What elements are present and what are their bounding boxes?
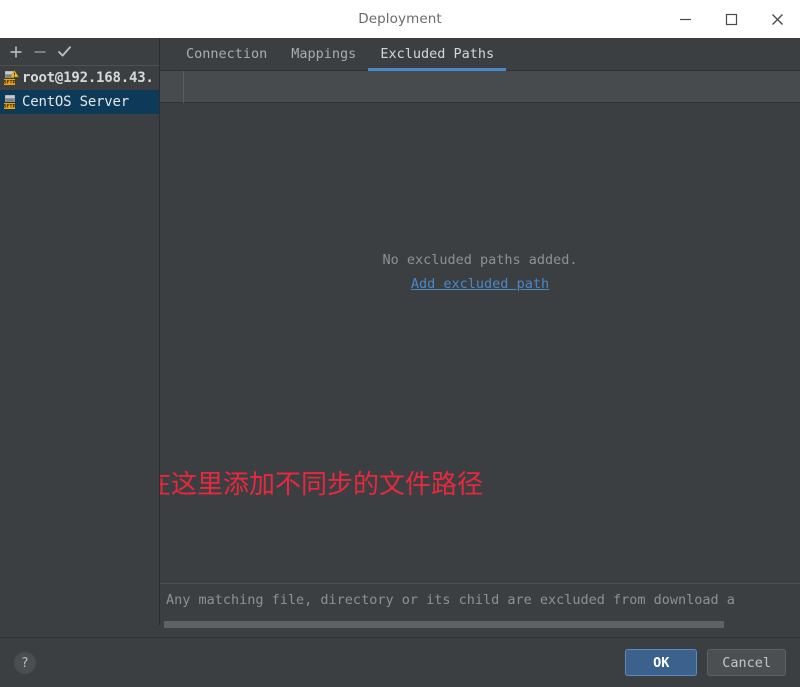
maximize-button[interactable] [708, 0, 754, 38]
content-panel: Connection Mappings Excluded Paths No ex… [160, 38, 800, 629]
hint-bar: Any matching file, directory or its chil… [160, 583, 800, 615]
add-excluded-path-link[interactable]: Add excluded path [411, 273, 549, 295]
hint-message: Any matching file, directory or its chil… [166, 591, 735, 608]
svg-text:SFTP: SFTP [3, 104, 16, 110]
annotation-text: 在这里添加不同步的文件路径 [160, 470, 484, 500]
ok-button[interactable]: OK [625, 649, 698, 676]
excluded-paths-list: No excluded paths added. Add excluded pa… [160, 103, 800, 583]
server-sidebar: SFTP root@192.168.43. SFTP CentOS Server [0, 38, 160, 672]
add-server-button[interactable] [5, 41, 27, 63]
deployment-dialog: Deployment SFTP root@192.168.43. SFTP Ce… [0, 0, 800, 687]
tab-connection[interactable]: Connection [174, 38, 279, 70]
tab-excluded-paths[interactable]: Excluded Paths [368, 38, 506, 71]
dialog-footer: ? OK Cancel [0, 637, 800, 687]
sidebar-toolbar [0, 38, 159, 66]
remove-server-button[interactable] [29, 41, 51, 63]
content-scrollbar-thumb[interactable] [164, 621, 724, 628]
help-button[interactable]: ? [14, 652, 36, 674]
empty-state: No excluded paths added. Add excluded pa… [160, 249, 800, 295]
close-button[interactable] [754, 0, 800, 38]
minimize-button[interactable] [662, 0, 708, 38]
sftp-server-warning-icon: SFTP [3, 70, 19, 86]
server-list: SFTP root@192.168.43. SFTP CentOS Server [0, 66, 159, 606]
title-bar: Deployment [0, 0, 800, 38]
excluded-paths-toolbar [160, 70, 800, 103]
server-list-item-root[interactable]: SFTP root@192.168.43. [0, 66, 159, 90]
sftp-server-icon: SFTP [3, 94, 19, 110]
dialog-buttons: OK Cancel [625, 649, 786, 676]
content-horizontal-scrollbar[interactable] [160, 620, 800, 629]
server-list-item-centos[interactable]: SFTP CentOS Server [0, 90, 159, 114]
svg-text:SFTP: SFTP [3, 80, 16, 86]
tab-bar: Connection Mappings Excluded Paths [160, 38, 800, 71]
cancel-button[interactable]: Cancel [707, 649, 786, 676]
server-list-item-label: CentOS Server [22, 94, 129, 110]
window-controls [662, 0, 800, 38]
tab-mappings[interactable]: Mappings [279, 38, 368, 70]
server-list-item-label: root@192.168.43. [22, 70, 154, 86]
set-default-server-button[interactable] [53, 41, 75, 63]
toolbar-spacer-cell [160, 70, 184, 103]
empty-state-message: No excluded paths added. [382, 252, 578, 268]
